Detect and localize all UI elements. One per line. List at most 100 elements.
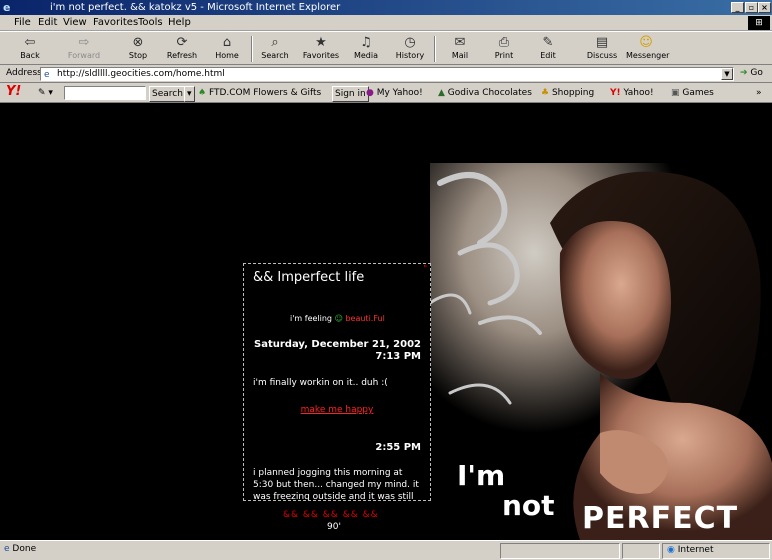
favorites-icon: ★	[315, 35, 327, 50]
yahoo-search-input[interactable]	[64, 86, 146, 100]
stop-button[interactable]: ⊗ Stop	[118, 34, 158, 64]
flower-icon: ♠	[198, 88, 207, 98]
yahoo-search-button[interactable]: Search	[149, 86, 186, 102]
entry-time: 7:13 PM	[375, 351, 421, 362]
make-me-happy-link[interactable]: make me happy	[244, 405, 430, 415]
ftd-link[interactable]: ♠ FTD.COM Flowers & Gifts	[198, 86, 321, 100]
forward-arrow-icon: ⇨	[78, 35, 90, 50]
menu-file[interactable]: File	[14, 15, 31, 31]
edit-button[interactable]: ✎ Edit	[528, 34, 568, 64]
media-label: Media	[353, 51, 379, 60]
mail-icon: ✉	[454, 35, 466, 50]
journal-title: && Imperfect life	[253, 270, 365, 285]
messenger-button[interactable]: ☺ Messenger	[626, 34, 670, 64]
page-icon: e	[44, 70, 50, 80]
back-button[interactable]: ⇦ Back	[10, 34, 50, 64]
stop-label: Stop	[128, 51, 148, 60]
slogan-im: I'm	[457, 459, 506, 492]
history-button[interactable]: ◷ History	[390, 34, 430, 64]
web-page: && Imperfect life " i'm feeling ☺ beauti…	[0, 103, 772, 540]
print-label: Print	[494, 51, 514, 60]
yahoo-logo-icon[interactable]: Y!	[6, 85, 21, 99]
address-label: Address	[6, 68, 42, 78]
status-text: e Done	[4, 544, 37, 554]
menu-tools[interactable]: Tools	[138, 15, 163, 31]
slogan-perfect: PERFECT	[582, 501, 739, 536]
mood-label: i'm feeling	[290, 314, 333, 323]
address-url: http://sldllll.geocities.com/home.html	[57, 69, 225, 79]
menu-view[interactable]: View	[63, 15, 87, 31]
games-icon: ▣	[671, 88, 680, 98]
yahoo-icon: Y!	[610, 88, 621, 98]
status-panel	[622, 543, 660, 559]
go-label: Go	[750, 68, 763, 78]
minimize-button[interactable]: _	[731, 2, 744, 13]
media-icon: ♫	[360, 35, 372, 50]
media-button[interactable]: ♫ Media	[346, 34, 386, 64]
menu-edit[interactable]: Edit	[38, 15, 57, 31]
zone-panel: ◉ Internet	[662, 543, 770, 559]
search-icon: ⌕	[271, 35, 279, 50]
forward-button[interactable]: ⇨ Forward	[64, 34, 104, 64]
maximize-button[interactable]: ▫	[745, 2, 758, 13]
discuss-button[interactable]: ▤ Discuss	[582, 34, 622, 64]
entry-time: 2:55 PM	[375, 442, 421, 453]
shopping-link[interactable]: ♣ Shopping	[541, 86, 594, 100]
toolbar-separator	[434, 36, 436, 62]
pencil-icon[interactable]: ✎ ▾	[38, 86, 53, 100]
back-arrow-icon: ⇦	[24, 35, 36, 50]
home-label: Home	[215, 51, 239, 60]
menu-favorites[interactable]: Favorites	[93, 15, 138, 31]
search-button[interactable]: ⌕ Search	[255, 34, 295, 64]
favorites-button[interactable]: ★ Favorites	[301, 34, 341, 64]
go-button[interactable]: ➔ Go	[740, 68, 763, 78]
messenger-icon: ☺	[639, 35, 653, 50]
address-dropdown-icon[interactable]: ▼	[721, 68, 733, 80]
print-icon: ⎙	[498, 35, 510, 50]
slogan-not: not	[502, 489, 555, 522]
godiva-link[interactable]: ▲ Godiva Chocolates	[438, 86, 532, 100]
mail-button[interactable]: ✉ Mail	[440, 34, 480, 64]
edit-label: Edit	[540, 51, 556, 60]
status-bar: e Done ◉ Internet	[0, 540, 772, 560]
yahoo-link[interactable]: Y! Yahoo!	[610, 86, 654, 100]
history-label: History	[395, 51, 425, 60]
shopping-icon: ♣	[541, 88, 550, 98]
ie-logo-icon: e	[3, 1, 11, 14]
sign-in-button[interactable]: Sign in	[332, 86, 369, 102]
go-arrow-icon: ➔	[740, 68, 748, 78]
nav-marks[interactable]: && && && && &&	[283, 510, 379, 520]
refresh-button[interactable]: ⟳ Refresh	[162, 34, 202, 64]
discuss-icon: ▤	[595, 35, 609, 50]
back-label: Back	[20, 51, 40, 60]
status-panel	[500, 543, 620, 559]
menu-help[interactable]: Help	[168, 15, 191, 31]
forward-label: Forward	[67, 51, 101, 60]
refresh-label: Refresh	[166, 51, 198, 60]
my-yahoo-icon: ●	[366, 88, 374, 98]
print-button[interactable]: ⎙ Print	[484, 34, 524, 64]
mood-line: i'm feeling ☺ beauti.Ful	[290, 314, 385, 323]
my-yahoo-link[interactable]: ● My Yahoo!	[366, 86, 423, 100]
window-title: i'm not perfect. && katokz v5 - Microsof…	[50, 2, 341, 13]
zone-label: Internet	[677, 545, 714, 555]
home-button[interactable]: ⌂ Home	[207, 34, 247, 64]
globe-icon: ◉	[667, 545, 675, 555]
close-button[interactable]: ×	[758, 2, 771, 13]
search-dropdown-icon[interactable]: ▾	[184, 86, 195, 102]
address-input[interactable]: e http://sldllll.geocities.com/home.html	[40, 67, 734, 81]
title-bar[interactable]: e i'm not perfect. && katokz v5 - Micros…	[0, 0, 772, 15]
refresh-icon: ⟳	[176, 35, 188, 50]
standard-toolbar: ⇦ Back ⇨ Forward ⊗ Stop ⟳ Refresh ⌂ Home…	[0, 31, 772, 65]
yahoo-companion-toolbar: Y! ✎ ▾ Search ▾ ♠ FTD.COM Flowers & Gift…	[0, 83, 772, 103]
more-chevron-icon[interactable]: »	[756, 86, 762, 100]
discuss-label: Discuss	[586, 51, 618, 60]
search-label: Search	[261, 51, 289, 60]
edit-icon: ✎	[542, 35, 554, 50]
games-link[interactable]: ▣ Games	[671, 86, 714, 100]
messenger-label: Messenger	[626, 51, 670, 60]
home-icon: ⌂	[222, 35, 232, 50]
smiley-icon: ☺	[334, 314, 343, 323]
mail-label: Mail	[451, 51, 469, 60]
mood-value: beauti.Ful	[345, 314, 385, 323]
